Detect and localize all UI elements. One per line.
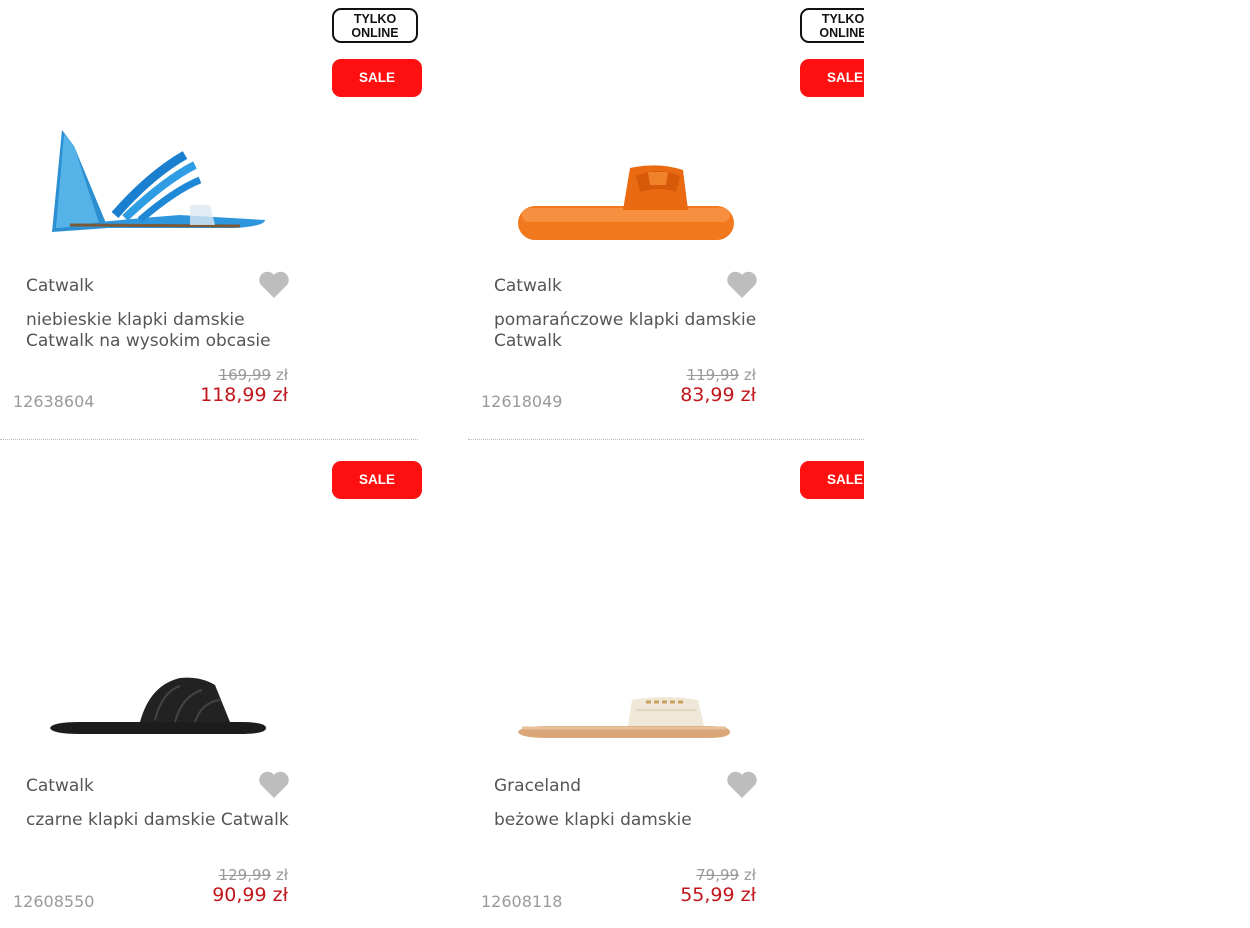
heart-icon[interactable] bbox=[258, 271, 290, 299]
black-slide-icon bbox=[50, 677, 266, 734]
blue-heeled-sandal-icon bbox=[52, 130, 265, 232]
old-price: 169,99 zł bbox=[219, 366, 288, 384]
product-name[interactable]: niebieskie klapki damskie Catwalk na wys… bbox=[26, 310, 306, 351]
sale-price: 55,99 zł bbox=[680, 884, 756, 906]
badge-online-line2: ONLINE bbox=[819, 26, 864, 40]
old-price-currency: zł bbox=[275, 866, 288, 884]
heart-icon[interactable] bbox=[726, 271, 758, 299]
product-brand: Catwalk bbox=[26, 776, 94, 796]
badge-online-line2: ONLINE bbox=[351, 26, 399, 40]
product-brand: Catwalk bbox=[494, 276, 562, 296]
orange-slide-icon bbox=[518, 165, 734, 240]
online-only-badge: TYLKO ONLINE bbox=[800, 8, 864, 43]
old-price-value: 169,99 bbox=[218, 366, 272, 384]
product-brand: Graceland bbox=[494, 776, 582, 796]
old-price: 79,99 zł bbox=[696, 866, 756, 884]
product-grid: TYLKO ONLINE SALE Catwalk niebieskie kla… bbox=[0, 0, 864, 928]
product-image[interactable] bbox=[508, 610, 748, 750]
heart-icon[interactable] bbox=[726, 771, 758, 799]
sale-badge: SALE bbox=[800, 461, 864, 499]
product-name[interactable]: pomarańczowe klapki damskie Catwalk bbox=[494, 310, 774, 351]
product-card[interactable]: SALE Graceland beżowe klapki damskie 79,… bbox=[468, 440, 864, 911]
product-brand: Catwalk bbox=[26, 276, 94, 296]
old-price-currency: zł bbox=[743, 866, 756, 884]
sale-price: 83,99 zł bbox=[680, 384, 756, 406]
beige-slide-icon bbox=[518, 697, 730, 738]
product-code: 12608118 bbox=[481, 892, 563, 911]
product-code: 12618049 bbox=[481, 392, 563, 411]
product-name[interactable]: czarne klapki damskie Catwalk bbox=[26, 810, 306, 831]
sale-price: 118,99 zł bbox=[200, 384, 288, 406]
old-price: 129,99 zł bbox=[219, 866, 288, 884]
sale-price: 90,99 zł bbox=[212, 884, 288, 906]
old-price: 119,99 zł bbox=[687, 366, 756, 384]
product-code: 12608550 bbox=[13, 892, 95, 911]
badge-online-line1: TYLKO bbox=[821, 12, 864, 26]
product-code: 12638604 bbox=[13, 392, 95, 411]
old-price-value: 79,99 bbox=[696, 866, 740, 884]
badge-online-line1: TYLKO bbox=[353, 12, 397, 26]
sale-badge: SALE bbox=[332, 59, 422, 97]
sale-badge: SALE bbox=[332, 461, 422, 499]
product-name[interactable]: beżowe klapki damskie bbox=[494, 810, 774, 831]
product-image[interactable] bbox=[40, 610, 280, 750]
old-price-value: 129,99 bbox=[218, 866, 272, 884]
product-card[interactable]: TYLKO ONLINE SALE Catwalk niebieskie kla… bbox=[0, 0, 422, 440]
product-card[interactable]: SALE Catwalk czarne klapki damskie Catwa… bbox=[0, 440, 422, 911]
old-price-currency: zł bbox=[743, 366, 756, 384]
online-only-badge: TYLKO ONLINE bbox=[332, 8, 418, 43]
product-image[interactable] bbox=[508, 110, 748, 250]
old-price-value: 119,99 bbox=[686, 366, 740, 384]
old-price-currency: zł bbox=[275, 366, 288, 384]
product-card[interactable]: TYLKO ONLINE SALE Catwalk pomarańczowe k… bbox=[468, 0, 864, 440]
heart-icon[interactable] bbox=[258, 771, 290, 799]
sale-badge: SALE bbox=[800, 59, 864, 97]
product-image[interactable] bbox=[40, 110, 280, 250]
